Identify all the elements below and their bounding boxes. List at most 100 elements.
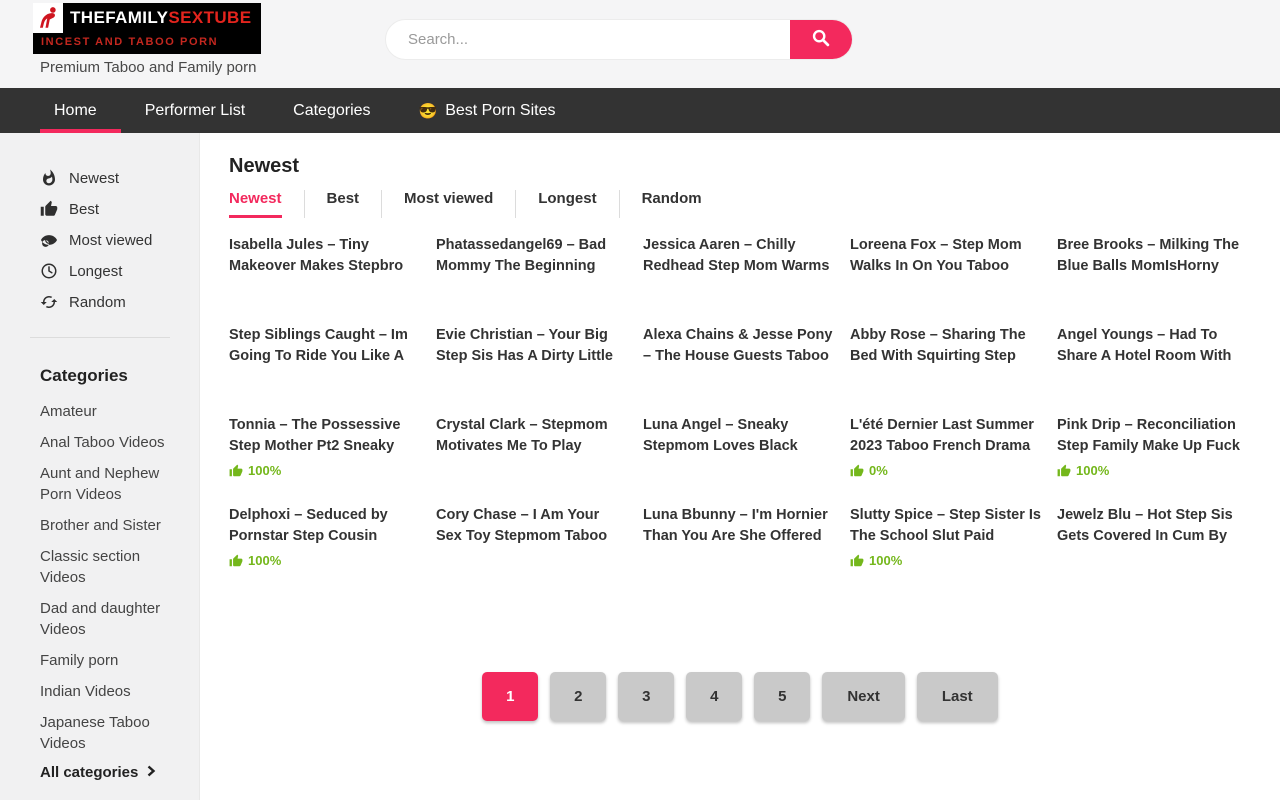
- sidebar-sort-newest[interactable]: Newest: [40, 169, 183, 187]
- categories-heading: Categories: [40, 366, 183, 386]
- nav-item-label: Best Porn Sites: [445, 102, 555, 120]
- tab-label: Newest: [229, 190, 282, 218]
- category-link-classic-section-videos[interactable]: Classic section Videos: [40, 546, 183, 588]
- pagination-next[interactable]: Next: [822, 672, 905, 721]
- video-card[interactable]: Abby Rose – Sharing The Bed With Squirti…: [850, 325, 1041, 415]
- video-title[interactable]: L'été Dernier Last Summer 2023 Taboo Fre…: [850, 415, 1041, 457]
- category-link-aunt-and-nephew-porn-videos[interactable]: Aunt and Nephew Porn Videos: [40, 463, 183, 505]
- pagination-1[interactable]: 1: [482, 672, 538, 721]
- tab-most-viewed[interactable]: Most viewed: [381, 190, 515, 218]
- category-link-dad-and-daughter-videos[interactable]: Dad and daughter Videos: [40, 598, 183, 640]
- rating-value: 100%: [869, 553, 902, 568]
- video-card[interactable]: Jewelz Blu – Hot Step Sis Gets Covered I…: [1057, 505, 1248, 595]
- tab-longest[interactable]: Longest: [515, 190, 618, 218]
- flame-icon: [40, 169, 58, 187]
- thumb-up-icon: [850, 464, 864, 478]
- category-link-amateur[interactable]: Amateur: [40, 401, 183, 422]
- video-title[interactable]: Bree Brooks – Milking The Blue Balls Mom…: [1057, 235, 1248, 277]
- video-card[interactable]: Loreena Fox – Step Mom Walks In On You T…: [850, 235, 1041, 325]
- sort-link-label: Longest: [69, 263, 122, 280]
- thumb-up-icon: [1057, 464, 1071, 478]
- sort-tabs: Newest BestMost viewed Longest Random: [229, 190, 1251, 218]
- tab-label: Longest: [538, 190, 596, 218]
- rating-badge: 100%: [850, 553, 1041, 568]
- thumb-up-icon: [229, 464, 243, 478]
- pagination-last[interactable]: Last: [917, 672, 998, 721]
- video-card[interactable]: Alexa Chains & Jesse Pony – The House Gu…: [643, 325, 834, 415]
- site-logo[interactable]: THEFAMILYSEXTUBE INCEST AND TABOO PORN: [33, 3, 261, 54]
- video-card[interactable]: Step Siblings Caught – Im Going To Ride …: [229, 325, 420, 415]
- category-link-indian-videos[interactable]: Indian Videos: [40, 681, 183, 702]
- sidebar-sort-random[interactable]: Random: [40, 293, 183, 311]
- nav-item-categories[interactable]: Categories: [269, 88, 394, 133]
- video-card[interactable]: Angel Youngs – Had To Share A Hotel Room…: [1057, 325, 1248, 415]
- sidebar-sort-longest[interactable]: Longest: [40, 262, 183, 280]
- clock-icon: [40, 262, 58, 280]
- tab-best[interactable]: Best: [304, 190, 382, 218]
- video-card[interactable]: L'été Dernier Last Summer 2023 Taboo Fre…: [850, 415, 1041, 505]
- video-title[interactable]: Tonnia – The Possessive Step Mother Pt2 …: [229, 415, 420, 457]
- search-button[interactable]: [790, 20, 852, 59]
- video-title[interactable]: Delphoxi – Seduced by Pornstar Step Cous…: [229, 505, 420, 547]
- all-categories-link[interactable]: All categories: [40, 764, 183, 781]
- video-card[interactable]: Delphoxi – Seduced by Pornstar Step Cous…: [229, 505, 420, 595]
- video-card[interactable]: Phatassedangel69 – Bad Mommy The Beginni…: [436, 235, 627, 325]
- video-card[interactable]: Slutty Spice – Step Sister Is The School…: [850, 505, 1041, 595]
- all-categories-label: All categories: [40, 764, 138, 781]
- sidebar-sort-best[interactable]: Best: [40, 200, 183, 218]
- video-title[interactable]: Isabella Jules – Tiny Makeover Makes Ste…: [229, 235, 420, 277]
- video-card[interactable]: Luna Angel – Sneaky Stepmom Loves Black …: [643, 415, 834, 505]
- pagination-2[interactable]: 2: [550, 672, 606, 721]
- nav-item-best-porn-sites[interactable]: 😎Best Porn Sites: [395, 88, 580, 133]
- pagination-3[interactable]: 3: [618, 672, 674, 721]
- video-title[interactable]: Step Siblings Caught – Im Going To Ride …: [229, 325, 420, 367]
- video-title[interactable]: Abby Rose – Sharing The Bed With Squirti…: [850, 325, 1041, 367]
- nav-item-performer-list[interactable]: Performer List: [121, 88, 269, 133]
- sidebar-divider: [30, 337, 170, 338]
- logo-title: THEFAMILYSEXTUBE: [63, 8, 261, 28]
- video-title[interactable]: Jewelz Blu – Hot Step Sis Gets Covered I…: [1057, 505, 1248, 547]
- video-title[interactable]: Alexa Chains & Jesse Pony – The House Gu…: [643, 325, 834, 367]
- tab-label: Random: [642, 190, 702, 218]
- video-card[interactable]: Bree Brooks – Milking The Blue Balls Mom…: [1057, 235, 1248, 325]
- video-title[interactable]: Evie Christian – Your Big Step Sis Has A…: [436, 325, 627, 367]
- video-title[interactable]: Phatassedangel69 – Bad Mommy The Beginni…: [436, 235, 627, 277]
- video-title[interactable]: Slutty Spice – Step Sister Is The School…: [850, 505, 1041, 547]
- video-card[interactable]: Crystal Clark – Stepmom Motivates Me To …: [436, 415, 627, 505]
- site-header: THEFAMILYSEXTUBE INCEST AND TABOO PORN P…: [0, 0, 1280, 88]
- video-card[interactable]: Pink Drip – Reconciliation Step Family M…: [1057, 415, 1248, 505]
- video-title[interactable]: Crystal Clark – Stepmom Motivates Me To …: [436, 415, 627, 457]
- video-title[interactable]: Jessica Aaren – Chilly Redhead Step Mom …: [643, 235, 834, 277]
- video-card[interactable]: Evie Christian – Your Big Step Sis Has A…: [436, 325, 627, 415]
- pagination-5[interactable]: 5: [754, 672, 810, 721]
- video-card[interactable]: Isabella Jules – Tiny Makeover Makes Ste…: [229, 235, 420, 325]
- sidebar: Newest Best Most viewed Longest Random Categ…: [0, 133, 200, 800]
- video-card[interactable]: Cory Chase – I Am Your Sex Toy Stepmom T…: [436, 505, 627, 595]
- video-title[interactable]: Loreena Fox – Step Mom Walks In On You T…: [850, 235, 1041, 277]
- video-title[interactable]: Luna Angel – Sneaky Stepmom Loves Black …: [643, 415, 834, 457]
- rating-value: 100%: [248, 553, 281, 568]
- category-link-japanese-taboo-videos[interactable]: Japanese Taboo Videos: [40, 712, 183, 754]
- logo-subtitle: INCEST AND TABOO PORN: [33, 33, 261, 54]
- pagination: 12345NextLast: [229, 672, 1251, 721]
- tab-random[interactable]: Random: [619, 190, 724, 218]
- search-input[interactable]: [386, 20, 790, 59]
- content-layout: NewestBestMost viewedLongestRandom Categ…: [0, 133, 1280, 800]
- category-link-brother-and-sister[interactable]: Brother and Sister: [40, 515, 183, 536]
- site-tagline: Premium Taboo and Family porn: [40, 59, 257, 76]
- video-title[interactable]: Pink Drip – Reconciliation Step Family M…: [1057, 415, 1248, 457]
- video-title[interactable]: Angel Youngs – Had To Share A Hotel Room…: [1057, 325, 1248, 367]
- video-card[interactable]: Tonnia – The Possessive Step Mother Pt2 …: [229, 415, 420, 505]
- video-card[interactable]: Jessica Aaren – Chilly Redhead Step Mom …: [643, 235, 834, 325]
- search-bar: [385, 19, 853, 60]
- video-title[interactable]: Luna Bbunny – I'm Hornier Than You Are S…: [643, 505, 834, 547]
- category-link-family-porn[interactable]: Family porn: [40, 650, 183, 671]
- sidebar-sort-most-viewed[interactable]: Most viewed: [40, 231, 183, 249]
- pagination-4[interactable]: 4: [686, 672, 742, 721]
- tab-newest[interactable]: Newest: [229, 190, 304, 218]
- category-link-anal-taboo-videos[interactable]: Anal Taboo Videos: [40, 432, 183, 453]
- video-card[interactable]: Luna Bbunny – I'm Hornier Than You Are S…: [643, 505, 834, 595]
- logo-title-white: THEFAMILY: [70, 8, 168, 27]
- video-title[interactable]: Cory Chase – I Am Your Sex Toy Stepmom T…: [436, 505, 627, 547]
- nav-item-home[interactable]: Home: [40, 88, 121, 133]
